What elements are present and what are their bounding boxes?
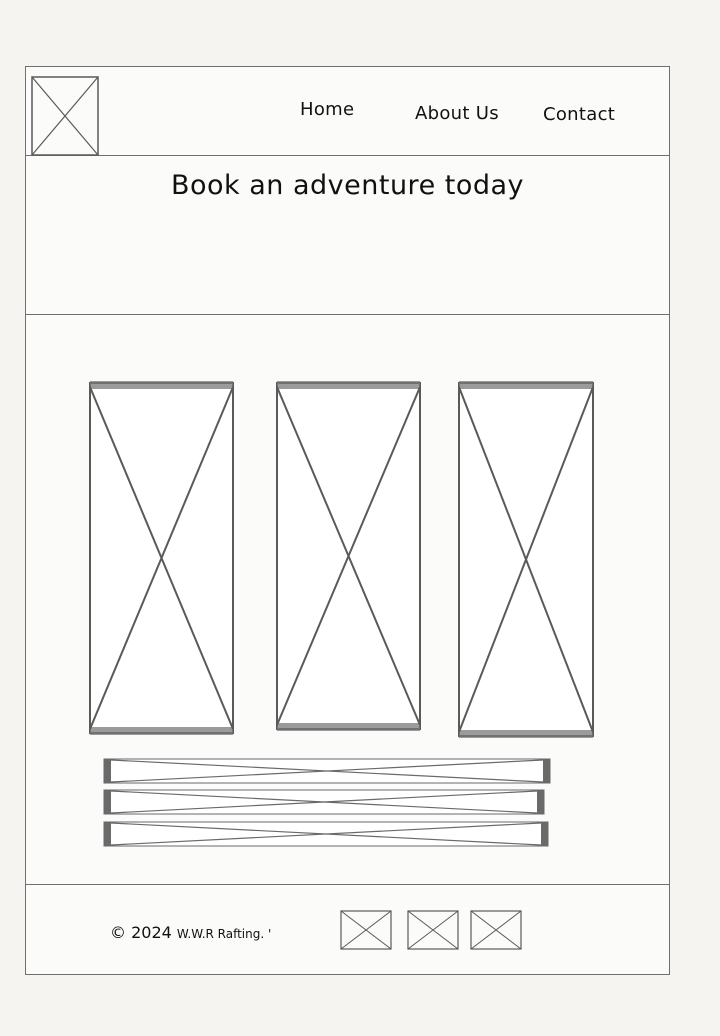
copyright-text: © 2024 W.W.R Rafting. ' [110,923,271,942]
wireframe-page: Home About Us Contact Book an adventure … [25,66,670,975]
bar-image-placeholder-2[interactable] [103,789,545,815]
main-content [26,315,669,885]
nav-contact-link[interactable]: Contact [543,104,615,125]
card-image-placeholder-3[interactable] [457,381,595,738]
hero-title: Book an adventure today [170,170,525,201]
bar-image-placeholder-3[interactable] [103,821,549,847]
copyright-brand: W.W.R Rafting. ' [176,927,272,941]
copyright-year: © 2024 [110,923,172,942]
card-image-placeholder-2[interactable] [275,381,422,731]
site-footer: © 2024 W.W.R Rafting. ' [26,885,669,974]
logo-placeholder-icon[interactable] [31,76,99,156]
bar-image-placeholder-1[interactable] [103,758,551,784]
nav-home-link[interactable]: Home [300,99,354,120]
nav-about-link[interactable]: About Us [415,103,499,124]
social-placeholder-icon-1[interactable] [340,910,392,950]
hero-section: Book an adventure today [26,156,669,315]
social-placeholder-icon-3[interactable] [470,910,522,950]
site-header: Home About Us Contact [26,67,669,156]
social-placeholder-icon-2[interactable] [407,910,459,950]
card-image-placeholder-1[interactable] [88,381,235,735]
